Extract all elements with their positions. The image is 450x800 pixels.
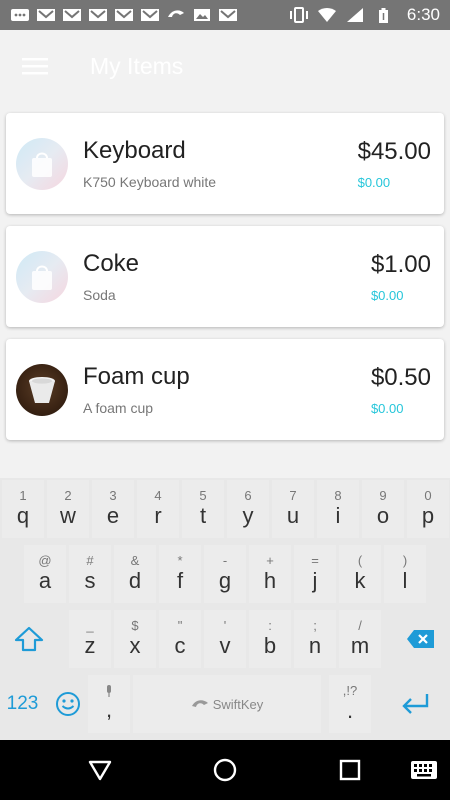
key-q[interactable]: 1q: [2, 480, 44, 538]
keyboard-row-2: @ a # s & d * f - g + h = j(k) l: [0, 545, 450, 607]
key-w[interactable]: 2w: [47, 480, 89, 538]
emoji-smiley-icon: [55, 692, 80, 716]
key-u[interactable]: 7u: [272, 480, 314, 538]
period-key[interactable]: ,!? .: [329, 675, 371, 733]
key-z[interactable]: _ z: [69, 610, 111, 668]
list-item[interactable]: Foam cup A foam cup $0.50 $0.00: [6, 339, 444, 440]
mic-icon: [107, 685, 111, 697]
key-n[interactable]: ; n: [294, 610, 336, 668]
image-icon: [194, 9, 210, 21]
key-o[interactable]: 9o: [362, 480, 404, 538]
gmail-icon: [37, 9, 55, 21]
numbers-key[interactable]: 123: [0, 675, 45, 733]
navigation-bar: [0, 740, 450, 800]
item-list: Keyboard K750 Keyboard white $45.00 $0.0…: [6, 113, 444, 452]
key-l[interactable]: ) l: [384, 545, 426, 603]
item-sub-price: $0.00: [357, 174, 391, 190]
item-name: Coke: [83, 250, 140, 277]
gmail-icon: [219, 9, 237, 21]
space-bar-label: SwiftKey: [212, 696, 264, 712]
enter-return-icon: [402, 694, 429, 714]
key-t[interactable]: 5t: [182, 480, 224, 538]
soft-keyboard: 1q2w3e4r5t6y7u8i9o0p @ a # s & d * f - g + h = j(k) l …: [0, 478, 450, 740]
item-price: $1.00: [370, 250, 431, 278]
system-icons: 6:30: [289, 5, 440, 25]
recents-button[interactable]: [332, 752, 368, 788]
status-bar: 6:30: [0, 0, 450, 30]
item-sub-price: $0.00: [370, 287, 404, 303]
list-item[interactable]: Coke Soda $1.00 $0.00: [6, 226, 444, 327]
shift-key[interactable]: [0, 610, 58, 668]
backspace-icon: [407, 630, 434, 648]
item-sub-price: $0.00: [370, 400, 404, 416]
key-f[interactable]: * f: [159, 545, 201, 603]
key-k[interactable]: (k: [339, 545, 381, 603]
keyboard-row-3: _ z $ x " c ' v: b; n / m: [0, 610, 450, 672]
back-button[interactable]: [82, 752, 118, 788]
back-triangle-icon: [88, 760, 112, 781]
list-item[interactable]: Keyboard K750 Keyboard white $45.00 $0.0…: [6, 113, 444, 214]
item-price: $45.00: [357, 137, 431, 165]
home-button[interactable]: [207, 752, 243, 788]
menu-button[interactable]: [0, 30, 70, 102]
item-description: Soda: [83, 287, 116, 303]
key-y[interactable]: 6y: [227, 480, 269, 538]
vibrate-icon: [289, 7, 308, 23]
item-name: Foam cup: [83, 363, 190, 390]
gmail-icon: [89, 9, 107, 21]
app-bar: My Items: [0, 30, 450, 102]
shift-arrow-icon: [14, 626, 44, 652]
key-s[interactable]: # s: [69, 545, 111, 603]
item-name: Keyboard: [83, 137, 186, 164]
swiftkey-icon: [168, 10, 184, 17]
key-j[interactable]: = j: [294, 545, 336, 603]
keyboard-row-4: 123 , SwiftKey ,!? .: [0, 675, 450, 737]
key-b[interactable]: :b: [249, 610, 291, 668]
gmail-icon: [115, 9, 133, 21]
emoji-key[interactable]: [45, 675, 90, 733]
item-description: A foam cup: [83, 400, 154, 416]
comma-key[interactable]: ,: [88, 675, 130, 733]
battery-icon: [378, 8, 388, 23]
page-title: My Items: [90, 52, 184, 79]
swiftkey-logo-icon: [191, 700, 208, 707]
key-e[interactable]: 3e: [92, 480, 134, 538]
chat-icon: [11, 9, 29, 21]
shopping-bag-icon: [16, 250, 68, 303]
backspace-key[interactable]: [392, 610, 450, 668]
keyboard-switch-icon: [411, 761, 437, 779]
item-description: K750 Keyboard white: [83, 174, 217, 190]
key-m[interactable]: / m: [339, 610, 381, 668]
status-time: 6:30: [406, 5, 440, 24]
hamburger-menu-icon: [22, 58, 48, 75]
shopping-bag-icon: [16, 137, 68, 190]
gmail-icon: [141, 9, 159, 21]
key-h[interactable]: + h: [249, 545, 291, 603]
key-i[interactable]: 8i: [317, 480, 359, 538]
keyboard-switch-button[interactable]: [406, 752, 442, 788]
keyboard-row-1: 1q2w3e4r5t6y7u8i9o0p: [0, 480, 450, 542]
foam-cup-photo: [16, 363, 68, 416]
key-v[interactable]: ' v: [204, 610, 246, 668]
gmail-icon: [63, 9, 81, 21]
key-p[interactable]: 0p: [407, 480, 449, 538]
recents-square-icon: [339, 759, 361, 781]
key-a[interactable]: @ a: [24, 545, 66, 603]
home-circle-icon: [213, 758, 237, 782]
space-bar[interactable]: SwiftKey: [133, 675, 321, 733]
key-d[interactable]: & d: [114, 545, 156, 603]
key-g[interactable]: -g: [204, 545, 246, 603]
signal-icon: [346, 8, 363, 22]
key-c[interactable]: " c: [159, 610, 201, 668]
item-price: $0.50: [370, 363, 431, 391]
wifi-icon: [317, 8, 336, 22]
enter-key[interactable]: [385, 675, 445, 733]
key-r[interactable]: 4r: [137, 480, 179, 538]
key-x[interactable]: $ x: [114, 610, 156, 668]
notification-icons: [10, 7, 238, 23]
